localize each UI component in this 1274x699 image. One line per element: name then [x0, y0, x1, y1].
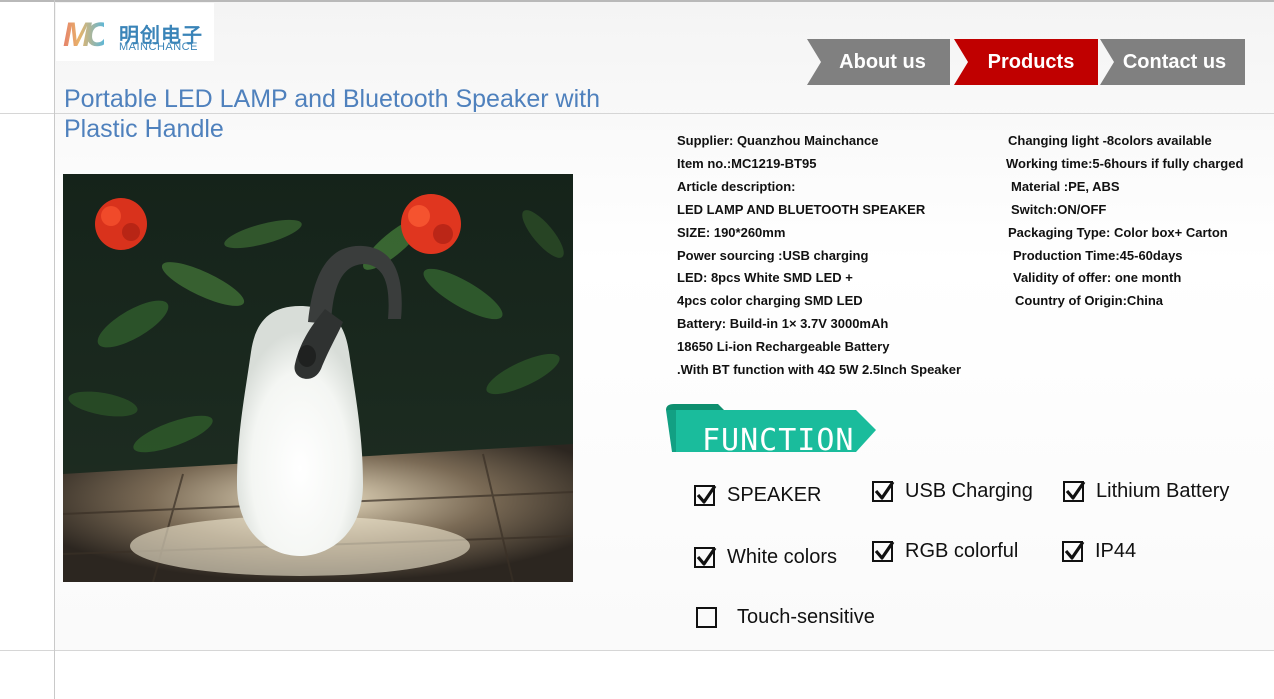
feature-item: USB Charging	[872, 480, 1033, 503]
left-border	[54, 0, 55, 699]
empty-checkbox-icon	[696, 607, 717, 628]
spec-left-line: 18650 Li-ion Rechargeable Battery	[677, 339, 890, 355]
feature-item: White colors	[694, 546, 837, 569]
spec-left-line: Supplier: Quanzhou Mainchance	[677, 133, 879, 148]
feature-label: SPEAKER	[727, 484, 822, 506]
spec-left-line: Battery: Build-in 1× 3.7V 3000mAh	[677, 316, 889, 332]
feature-label: Lithium Battery	[1096, 480, 1230, 502]
logo-mark: MC	[63, 16, 110, 54]
logo-name-en: MAINCHANCE	[119, 41, 198, 53]
feature-item: Touch-sensitive	[696, 606, 875, 629]
spec-left-line: LED: 8pcs White SMD LED +	[677, 270, 853, 286]
checked-box-icon	[694, 547, 717, 568]
feature-item: IP44	[1062, 540, 1136, 563]
feature-label: White colors	[727, 546, 838, 568]
feature-item: SPEAKER	[694, 484, 821, 507]
product-title: Portable LED LAMP and Bluetooth Speaker …	[64, 85, 600, 143]
spec-left-line: SIZE: 190*260mm	[677, 224, 786, 240]
spec-left-line: Article description:	[677, 178, 796, 194]
company-logo[interactable]: MC 明创电子 MAINCHANCE	[56, 3, 214, 61]
spec-right-line: Material :PE, ABS	[1011, 178, 1120, 194]
spec-right-line: Switch:ON/OFF	[1011, 201, 1107, 217]
checked-box-icon	[872, 481, 895, 502]
feature-item: RGB colorful	[872, 540, 1018, 563]
checked-box-icon	[872, 541, 895, 562]
spec-left-line: Power sourcing :USB charging	[677, 247, 869, 263]
spec-right-line: Country of Origin:China	[1015, 293, 1164, 309]
spec-left-line: Item no.:MC1219-BT95	[677, 155, 817, 171]
top-border	[0, 0, 1274, 2]
nav-about-us[interactable]: About us	[807, 39, 950, 85]
product-photo	[63, 174, 573, 582]
footer-divider	[0, 650, 1274, 651]
spec-right-line: Production Time:45-60days	[1013, 247, 1183, 263]
checked-box-icon	[1063, 481, 1086, 502]
nav-products[interactable]: Products	[954, 39, 1098, 85]
feature-label: IP44	[1095, 540, 1137, 562]
checked-box-icon	[694, 485, 717, 506]
feature-label: RGB colorful	[905, 540, 1019, 562]
spec-left-line: LED LAMP AND BLUETOOTH SPEAKER	[677, 201, 926, 217]
spec-right-line: Working time:5-6hours if fully charged	[1006, 155, 1244, 171]
spec-right-line: Changing light -8colors available	[1008, 133, 1212, 148]
spec-right-line: Validity of offer: one month	[1013, 270, 1182, 286]
function-heading: FUNCTION	[702, 423, 855, 458]
checked-box-icon	[1062, 541, 1085, 562]
feature-label: Touch-sensitive	[737, 606, 875, 628]
feature-item: Lithium Battery	[1063, 480, 1229, 503]
feature-label: USB Charging	[905, 480, 1033, 502]
spec-left-line: .With BT function with 4Ω 5W 2.5Inch Spe…	[677, 362, 962, 377]
spec-right-line: Packaging Type: Color box+ Carton	[1008, 224, 1228, 240]
spec-left-line: 4pcs color charging SMD LED	[677, 293, 863, 309]
nav-contact-us[interactable]: Contact us	[1100, 39, 1245, 85]
